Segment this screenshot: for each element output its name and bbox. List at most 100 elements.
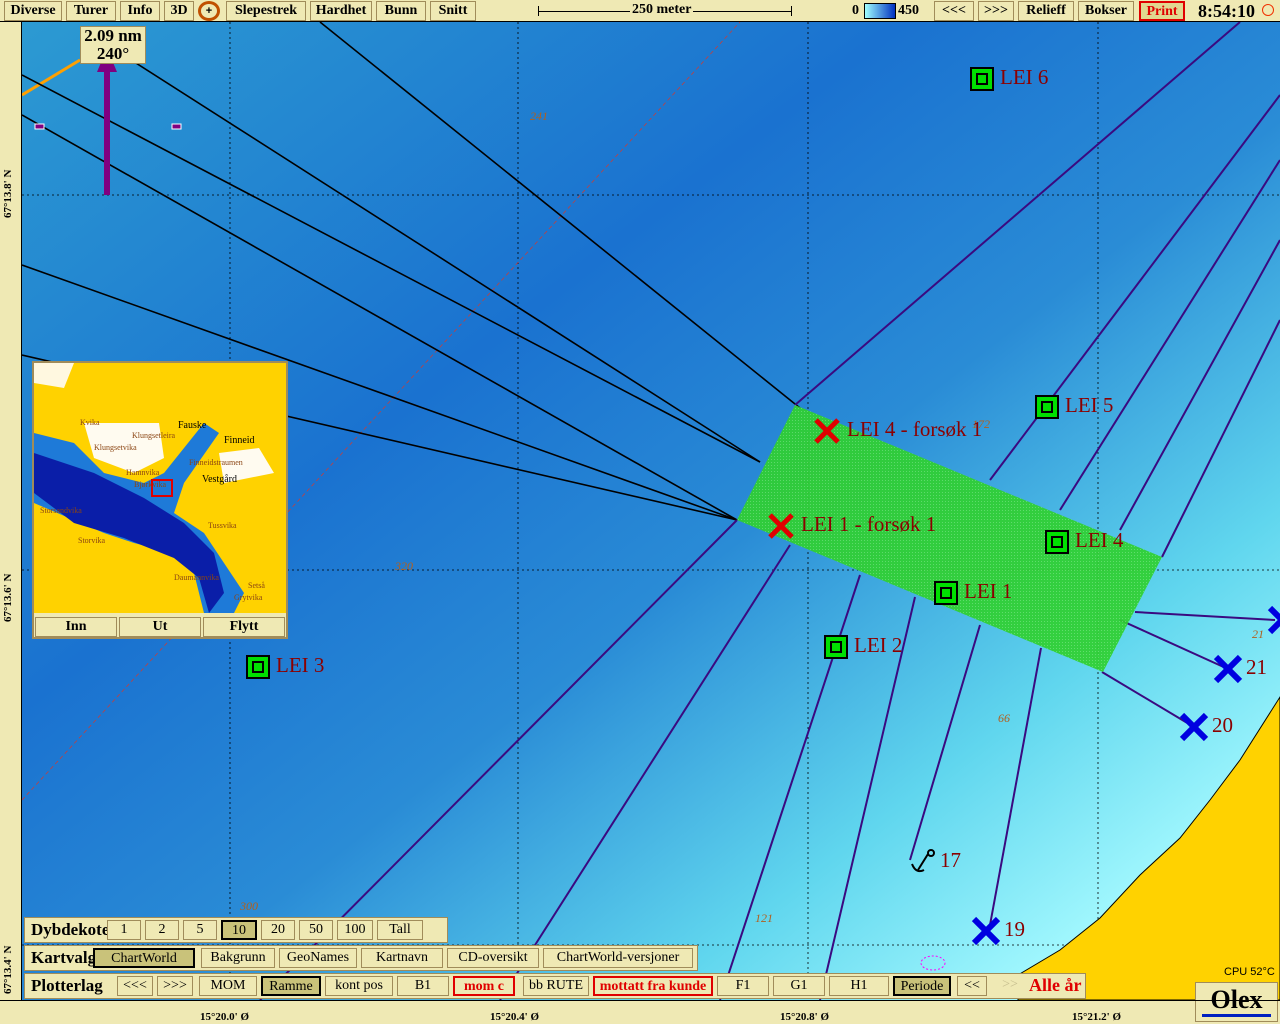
zoom-in-button[interactable]: Inn (35, 617, 117, 637)
place-name: Daumannvika (174, 573, 219, 582)
kartvalg-option[interactable]: Kartnavn (361, 948, 443, 968)
prev-button[interactable]: <<< (934, 1, 974, 21)
place-name: Hamnvika (126, 468, 160, 477)
plotterlag-option[interactable]: mottatt fra kunde (593, 976, 713, 996)
waypoint-label: LEI 2 (854, 633, 903, 657)
depth-legend (864, 3, 896, 19)
waypoint-square-icon[interactable] (1045, 530, 1069, 554)
longitude-axis: 15°20.0' Ø 15°20.4' Ø 15°20.8' Ø 15°21.2… (0, 1000, 1280, 1024)
diverse-button[interactable]: Diverse (4, 1, 62, 21)
attempt-label: LEI 4 - forsøk 1 (847, 417, 983, 441)
waypoint-square-icon[interactable] (1035, 395, 1059, 419)
depth-label: 241 (530, 109, 548, 123)
kartvalg-option[interactable]: ChartWorld-versjoner (543, 948, 693, 968)
plotterlag-option[interactable]: MOM (199, 976, 257, 996)
waypoint-label: LEI 5 (1065, 393, 1114, 417)
lat-label: 67°13.4' N (2, 945, 14, 994)
dybdekoter-option[interactable]: 5 (183, 920, 217, 940)
place-name: Storvika (78, 536, 106, 545)
hardhet-button[interactable]: Hardhet (310, 1, 372, 21)
next-button[interactable]: >>> (978, 1, 1014, 21)
plotterlag-option[interactable]: Ramme (261, 976, 321, 996)
dybdekoter-option[interactable]: 20 (261, 920, 295, 940)
place-name: Finneidstraumen (189, 458, 243, 467)
range-marker (171, 123, 182, 130)
turer-button[interactable]: Turer (66, 1, 116, 21)
lon-label: 15°20.4' Ø (490, 1011, 540, 1023)
scale-tick (538, 6, 539, 16)
clock: 8:54:10 (1198, 1, 1255, 21)
plotterlag-option[interactable]: Periode (893, 976, 951, 996)
dybdekoter-option[interactable]: 10 (221, 920, 257, 940)
plotterlag-panel: Plotterlag Alle år <<< >>> MOM Ramme kont po… (24, 973, 1086, 999)
bearing-distance: 2.09 nm (84, 26, 142, 45)
plotterlag-option[interactable]: <<< (117, 976, 153, 996)
place-name: Finneid (224, 435, 255, 446)
kartvalg-panel: Kartvalg ChartWorld Bakgrunn GeoNames Kartna… (24, 945, 698, 971)
plotterlag-option[interactable]: H1 (829, 976, 889, 996)
dybdekoter-option[interactable]: 50 (299, 920, 333, 940)
waypoint-square-icon[interactable] (246, 655, 270, 679)
scale-tick (791, 6, 792, 16)
move-button[interactable]: Flytt (203, 617, 285, 637)
waypoint-label: LEI 3 (276, 653, 325, 677)
plotterlag-option[interactable]: >> (995, 976, 1025, 996)
snitt-button[interactable]: Snitt (430, 1, 476, 21)
overview-map[interactable]: Fauske Finneid Vestgård Klungsetvika Klungse… (32, 361, 288, 639)
kartvalg-option[interactable]: GeoNames (279, 948, 357, 968)
plotterlag-option[interactable]: G1 (773, 976, 825, 996)
place-name: Fauske (178, 420, 207, 431)
scale-label: 250 meter (630, 2, 694, 18)
place-name: Grytvika (234, 593, 263, 602)
latitude-axis: 67°13.8' N 67°13.6' N 67°13.4' N (0, 22, 22, 1000)
lat-label: 67°13.6' N (2, 573, 14, 622)
info-button[interactable]: Info (120, 1, 160, 21)
lon-label: 15°20.8' Ø (780, 1011, 830, 1023)
waypoint-label: LEI 1 (964, 579, 1013, 603)
bearing-readout: 2.09 nm 240° (80, 26, 146, 64)
plotterlag-option[interactable]: F1 (717, 976, 769, 996)
waypoint-label: LEI 4 (1075, 528, 1124, 552)
relieff-button[interactable]: Relieff (1018, 1, 1074, 21)
kartvalg-option[interactable]: CD-oversikt (447, 948, 539, 968)
waypoint-square-icon[interactable] (934, 581, 958, 605)
dybdekoter-option[interactable]: 1 (107, 920, 141, 940)
sun-icon (1262, 4, 1274, 16)
place-name: Klungsetvika (94, 443, 137, 452)
bokser-button[interactable]: Bokser (1078, 1, 1134, 21)
plotterlag-option[interactable]: >>> (157, 976, 193, 996)
cpu-status: CPU 52°C (1224, 966, 1275, 978)
plotterlag-option[interactable]: << (957, 976, 987, 996)
mark-label: 21 (1246, 655, 1267, 679)
waypoint-square-icon[interactable] (824, 635, 848, 659)
plotterlag-option[interactable]: bb RUTE (523, 976, 589, 996)
3d-button[interactable]: 3D (164, 1, 194, 21)
place-name: Setså (248, 581, 265, 590)
print-button[interactable]: Print (1139, 1, 1185, 21)
waypoint-label: LEI 6 (1000, 65, 1049, 89)
plotterlag-option[interactable]: mom c (453, 976, 515, 996)
depth-label: 121 (755, 911, 773, 925)
compass-icon[interactable]: + (198, 1, 220, 21)
kartvalg-option[interactable]: ChartWorld (93, 948, 195, 968)
zoom-out-button[interactable]: Ut (119, 617, 201, 637)
bunn-button[interactable]: Bunn (376, 1, 426, 21)
dybdekoter-option[interactable]: Tall (377, 920, 423, 940)
dybdekoter-option[interactable]: 100 (337, 920, 373, 940)
dybdekoter-panel: Dybdekoter 1 2 5 10 20 50 100 Tall (24, 917, 448, 943)
bearing-heading: 240° (96, 44, 130, 63)
waypoint-square-icon[interactable] (970, 67, 994, 91)
plotterlag-option[interactable]: kont pos (325, 976, 393, 996)
attempt-label: LEI 1 - forsøk 1 (801, 512, 937, 536)
slepestrek-button[interactable]: Slepestrek (226, 1, 306, 21)
lon-label: 15°20.0' Ø (200, 1011, 250, 1023)
depth-max: 450 (898, 3, 919, 18)
range-marker (34, 123, 45, 130)
dybdekoter-option[interactable]: 2 (145, 920, 179, 940)
kartvalg-option[interactable]: Bakgrunn (201, 948, 275, 968)
place-name: Kvika (80, 418, 100, 427)
plotterlag-option[interactable]: B1 (397, 976, 449, 996)
depth-min: 0 (852, 3, 859, 18)
year-filter[interactable]: Alle år (1029, 975, 1081, 996)
place-name: Tussvika (208, 521, 237, 530)
